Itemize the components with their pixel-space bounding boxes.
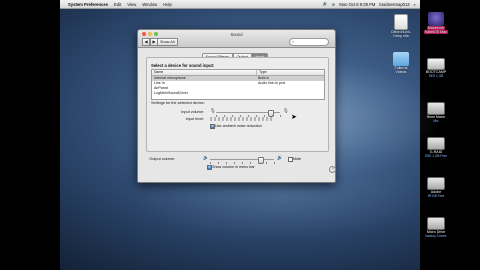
speaker-high-icon: 🔊 (277, 155, 283, 160)
speaker-low-icon: 🔈 (203, 155, 209, 160)
input-level-segment (242, 117, 244, 121)
slider-tick (248, 115, 249, 117)
menu-extras: 🔊 ≋ Mon Oct 8 9:39 PM bradnesmap013 ⌕ (323, 1, 420, 7)
search-field[interactable]: ⌕ (289, 38, 329, 46)
input-panel: Select a device for sound input: Name Ty… (146, 57, 336, 173)
output-volume-thumb[interactable] (257, 157, 264, 164)
input-level-segment (226, 117, 228, 121)
slider-tick (232, 115, 233, 117)
output-volume-slider[interactable] (210, 159, 274, 161)
slider-tick (242, 162, 243, 164)
slider-tick (280, 115, 281, 117)
slider-tick (264, 115, 265, 117)
input-level-segment (254, 117, 256, 121)
document-icon (394, 14, 408, 30)
hard-drive-icon (427, 58, 445, 70)
noise-reduction-label: Use ambient noise reduction (215, 124, 262, 128)
slider-tick (250, 162, 251, 164)
menu-window[interactable]: Window (142, 2, 157, 7)
input-level-segment (222, 117, 224, 121)
desktop-icon-graid-drive[interactable]: G-RAID SSE 1 GB Free (422, 135, 450, 158)
select-device-heading: Select a device for sound input: (151, 63, 215, 68)
mouse-cursor-icon: ➤ (291, 114, 297, 121)
search-icon: ⌕ (292, 39, 295, 44)
slider-tick (210, 162, 211, 164)
input-level-segment (234, 117, 236, 121)
output-volume-label: Output volume: (149, 157, 175, 161)
slider-tick (234, 162, 235, 164)
volume-menu-icon[interactable]: 🔊 (323, 1, 328, 7)
input-level-segment (246, 117, 248, 121)
window-titlebar[interactable]: Sound ◀ ▶ Show All ⌕ (138, 30, 335, 48)
slider-tick (258, 162, 259, 164)
slider-tick (256, 115, 257, 117)
input-level-segment (250, 117, 252, 121)
slider-tick (224, 115, 225, 117)
sound-preferences-window: Sound ◀ ▶ Show All ⌕ Sound Effects Outpu… (137, 29, 336, 183)
input-level-label: Input level: (185, 117, 204, 121)
window-title: Sound (230, 31, 243, 37)
external-drive-icon (427, 102, 445, 115)
mute-label: Mute (293, 157, 302, 161)
spotlight-icon[interactable]: ⌕ (414, 2, 416, 7)
desktop-icon-ffmm-drive[interactable]: ffmm Marm Mic (422, 100, 450, 123)
nav-buttons: ◀ ▶ (142, 38, 158, 46)
input-level-segment (218, 117, 220, 121)
clock[interactable]: Mon Oct 8 9:39 PM (339, 2, 375, 7)
desktop-icon-fullerral-folder[interactable]: Fullerral Videos (387, 52, 415, 74)
input-level-segment (258, 117, 260, 121)
input-volume-label: Input volume: (181, 110, 204, 114)
desktop-icon-bootcamp-drive[interactable]: BOOTCAMP SES 1 GB (422, 55, 450, 78)
slider-tick (218, 162, 219, 164)
menu-edit[interactable]: Edit (114, 2, 121, 7)
input-level-segment (266, 117, 268, 121)
back-button[interactable]: ◀ (142, 38, 150, 46)
input-level-segment (262, 117, 264, 121)
mic-high-icon: 🎙 (283, 108, 289, 113)
desktop-icon-micro-drive[interactable]: Micro Drive backup 3 trees (422, 215, 450, 238)
desktop-icon-oxford-document[interactable]: Oxford iLink- Drmp elia (387, 14, 415, 38)
menu-view[interactable]: View (127, 2, 136, 7)
help-button[interactable]: ? (329, 166, 336, 173)
input-level-segment (210, 117, 212, 121)
user-menu[interactable]: bradnesmap013 (379, 2, 409, 7)
desktop-icon-macintosh-hd[interactable]: Macintosh KabitiOS Mac (422, 12, 450, 35)
slider-tick (272, 115, 273, 117)
menu-bar: System Preferences Edit View Window Help… (60, 0, 420, 9)
slider-tick (226, 162, 227, 164)
input-level-segment (214, 117, 216, 121)
wifi-menu-icon[interactable]: ≋ (332, 2, 336, 7)
menu-system-preferences[interactable]: System Preferences (68, 2, 108, 7)
column-header-type[interactable]: Type (257, 70, 324, 75)
slider-tick (274, 162, 275, 164)
input-device-table: Name Type Internal microphone Built-in L… (151, 69, 325, 100)
slider-tick (266, 162, 267, 164)
show-volume-menu-bar-label: Show volume in menu bar (212, 165, 255, 169)
column-header-name[interactable]: Name (152, 70, 257, 75)
external-drive-icon (427, 217, 445, 230)
app-icon (428, 12, 444, 26)
input-level-segment (270, 117, 272, 121)
slider-tick (216, 115, 217, 117)
external-drive-icon (427, 137, 445, 150)
input-level-segment (238, 117, 240, 121)
input-level-segment (230, 117, 232, 121)
menu-help[interactable]: Help (163, 2, 172, 7)
folder-icon (393, 52, 409, 66)
desktop-icon-adobe-drive[interactable]: Adobe 99 GB Free (422, 175, 450, 198)
table-row[interactable]: LogMeInSoundDriver (152, 91, 324, 96)
show-all-button[interactable]: Show All (157, 38, 178, 46)
external-drive-icon (427, 177, 445, 190)
mic-low-icon: 🎙 (210, 108, 216, 113)
left-letterbox (0, 0, 60, 270)
slider-tick (240, 115, 241, 117)
settings-heading: Settings for the selected device: (151, 101, 205, 105)
